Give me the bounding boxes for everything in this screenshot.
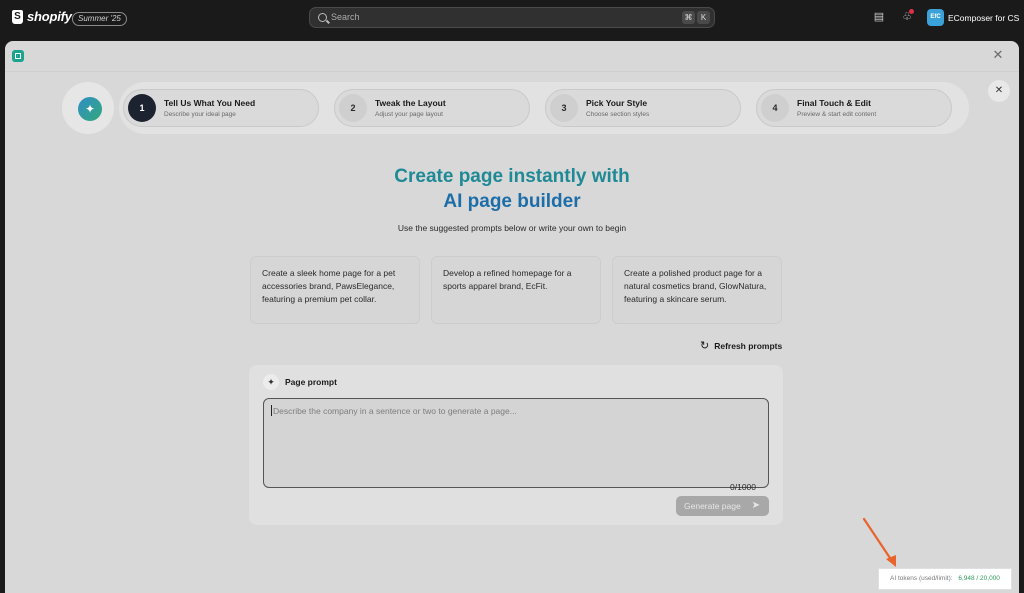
step-number: 3 xyxy=(550,94,578,122)
generate-page-button[interactable]: Generate page ➤ xyxy=(676,496,769,516)
send-icon: ➤ xyxy=(751,500,760,511)
step-subtitle: Adjust your page layout xyxy=(375,111,443,118)
suggested-prompt-card[interactable]: Create a polished product page for a nat… xyxy=(612,256,782,324)
suggested-prompt-card[interactable]: Develop a refined homepage for a sports … xyxy=(431,256,601,324)
search-bar[interactable]: Search ⌘ K xyxy=(309,7,715,28)
close-icon[interactable]: ✕ xyxy=(991,48,1005,62)
text-caret xyxy=(271,405,272,416)
character-counter: 0/1000 xyxy=(730,482,756,492)
header-divider xyxy=(5,71,1019,72)
prompt-placeholder: Describe the company in a sentence or tw… xyxy=(273,406,517,416)
step-3[interactable]: 3 Pick Your Style Choose section styles xyxy=(545,89,741,127)
step-subtitle: Describe your ideal page xyxy=(164,111,236,118)
step-1[interactable]: 1 Tell Us What You Need Describe your id… xyxy=(123,89,319,127)
app-icon xyxy=(12,50,24,62)
refresh-label: Refresh prompts xyxy=(714,340,783,351)
tokens-label: AI tokens (used/limit): xyxy=(890,575,953,582)
close-stepper-icon[interactable]: ✕ xyxy=(988,80,1010,102)
hero-title-line2: AI page builder xyxy=(443,191,581,212)
step-4[interactable]: 4 Final Touch & Edit Preview & start edi… xyxy=(756,89,952,127)
suggested-prompt-card[interactable]: Create a sleek home page for a pet acces… xyxy=(250,256,420,324)
page-prompt-textarea[interactable]: Describe the company in a sentence or tw… xyxy=(263,398,769,492)
ai-builder-modal: ✕ ✦ 1 Tell Us What You Need Describe you… xyxy=(5,41,1019,593)
notification-dot xyxy=(909,9,914,14)
refresh-prompts-button[interactable]: ↻ Refresh prompts xyxy=(700,339,782,352)
step-number: 2 xyxy=(339,94,367,122)
step-title: Pick Your Style xyxy=(586,98,648,108)
page-prompt-panel: ✦ Page prompt Describe the company in a … xyxy=(249,365,783,525)
k-key: K xyxy=(697,11,710,24)
store-name[interactable]: EComposer for CS xyxy=(948,13,1019,23)
command-key: ⌘ xyxy=(682,11,695,24)
annotation-arrow xyxy=(862,517,896,567)
page-prompt-title: Page prompt xyxy=(285,377,337,387)
refresh-icon: ↻ xyxy=(700,340,710,352)
shopify-bag-icon: S xyxy=(12,9,23,24)
generate-label: Generate page xyxy=(684,501,741,511)
step-number: 4 xyxy=(761,94,789,122)
step-subtitle: Preview & start edit content xyxy=(797,111,877,118)
hero-title-line1: Create page instantly with xyxy=(394,166,630,187)
step-number: 1 xyxy=(128,94,156,122)
edition-badge: Summer '25 xyxy=(72,12,127,26)
hero-subtitle: Use the suggested prompts below or write… xyxy=(397,223,627,233)
step-title: Final Touch & Edit xyxy=(797,98,871,108)
ai-tokens-counter: AI tokens (used/limit): 6,948 / 20,000 xyxy=(878,568,1012,590)
database-icon[interactable]: ▤ xyxy=(873,11,885,23)
search-placeholder: Search xyxy=(331,12,360,22)
step-title: Tweak the Layout xyxy=(375,98,446,108)
step-title: Tell Us What You Need xyxy=(164,98,256,108)
magic-wand-icon: ✦ xyxy=(78,97,102,121)
tokens-value: 6,948 / 20,000 xyxy=(958,575,1000,582)
step-2[interactable]: 2 Tweak the Layout Adjust your page layo… xyxy=(334,89,530,127)
brand-name: shopify xyxy=(27,9,72,24)
shopify-logo[interactable]: S shopify xyxy=(12,9,72,24)
search-icon xyxy=(318,13,327,22)
ai-wand-badge: ✦ xyxy=(62,82,114,134)
top-bar: S shopify Summer '25 Search ⌘ K ▤ ♧ EfC … xyxy=(0,0,1024,36)
sparkles-icon: ✦ xyxy=(263,374,279,390)
store-avatar[interactable]: EfC xyxy=(927,9,944,26)
step-subtitle: Choose section styles xyxy=(586,111,650,118)
